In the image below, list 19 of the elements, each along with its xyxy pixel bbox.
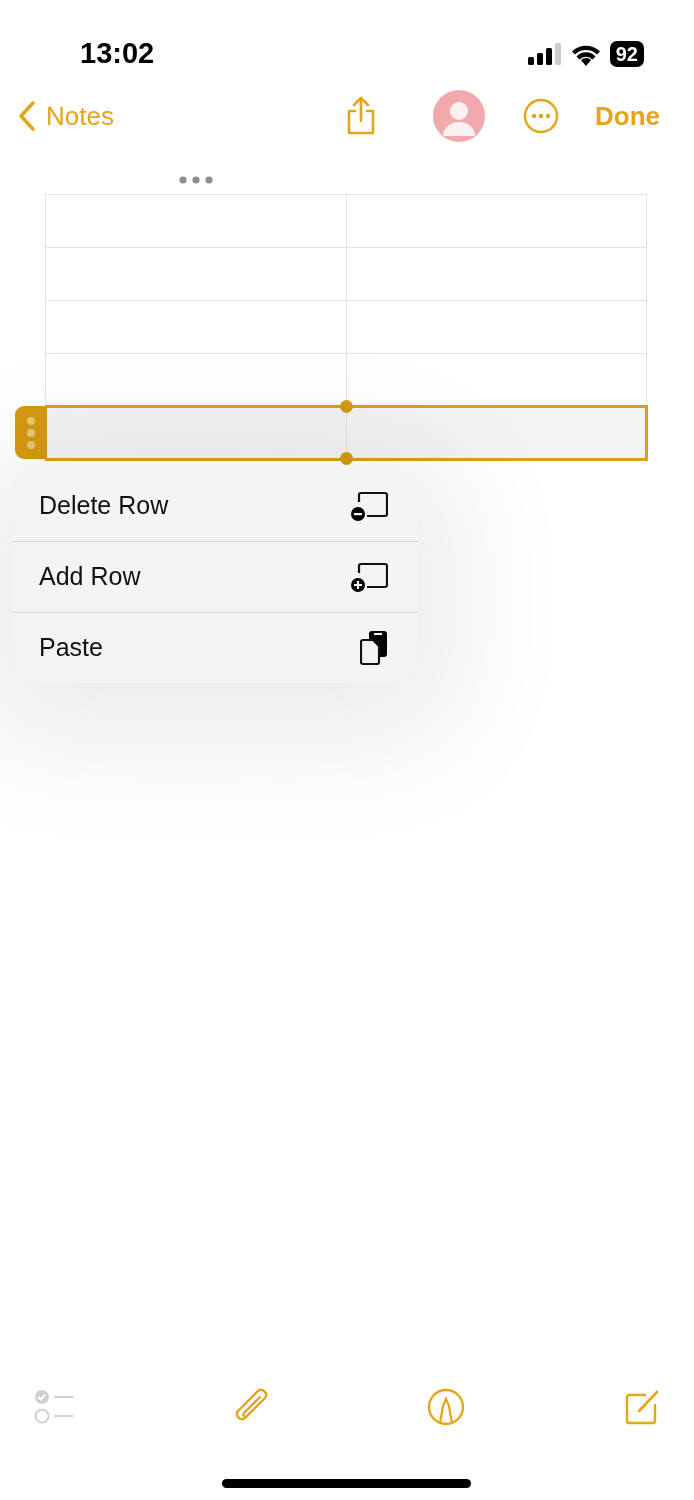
table-cell[interactable]	[45, 406, 346, 460]
menu-item[interactable]: Paste	[12, 612, 418, 683]
more-button[interactable]	[523, 98, 559, 134]
share-button[interactable]	[345, 96, 377, 136]
table-cell[interactable]	[346, 406, 647, 460]
signal-icon	[527, 43, 562, 65]
column-handle-icon[interactable]	[179, 176, 213, 184]
battery-level: 92	[609, 41, 644, 67]
add-row-icon	[350, 562, 388, 592]
menu-item[interactable]: Delete Row	[12, 470, 418, 541]
chevron-left-icon	[18, 100, 36, 132]
row-handle[interactable]	[15, 406, 47, 459]
compose-button[interactable]	[623, 1389, 660, 1425]
paste-icon	[360, 630, 388, 666]
clock-time: 13:02	[80, 36, 155, 72]
menu-item[interactable]: Add Row	[12, 541, 418, 612]
markup-button[interactable]	[427, 1388, 466, 1426]
remove-row-icon	[350, 490, 388, 521]
avatar-button[interactable]	[433, 90, 485, 142]
